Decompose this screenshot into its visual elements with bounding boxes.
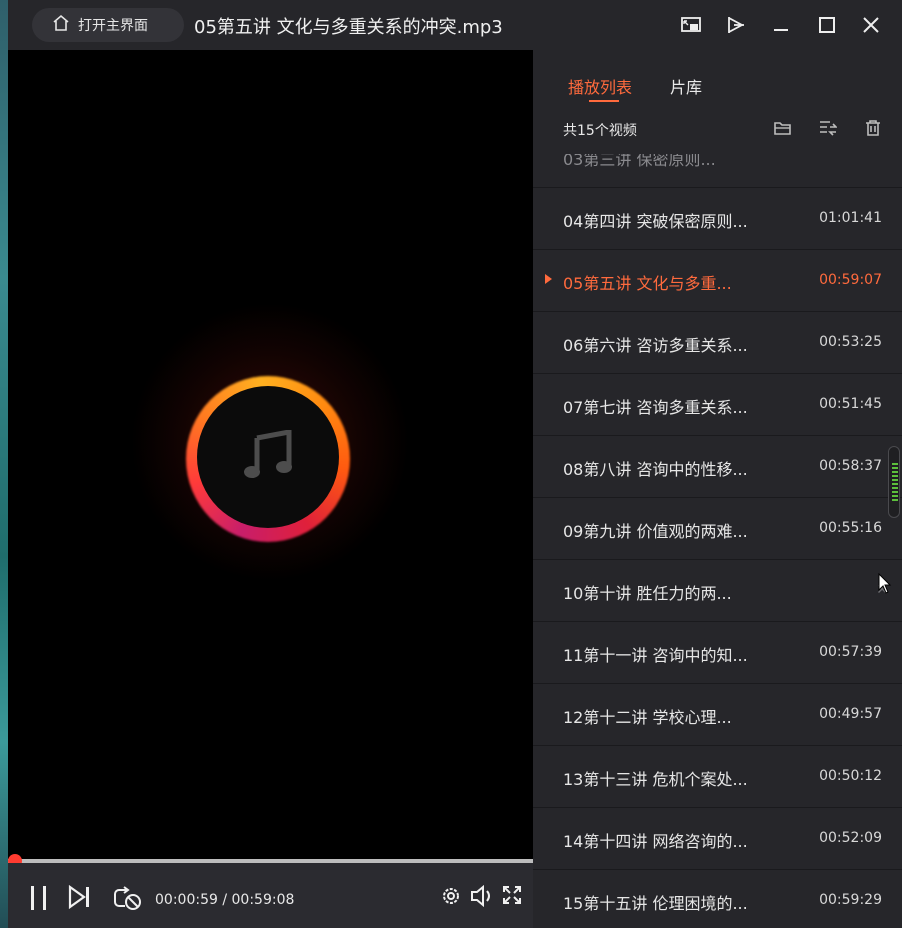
list-item-name: 03第三讲 保密原则... <box>563 154 716 169</box>
minimize-icon[interactable] <box>766 10 796 40</box>
pause-icon <box>28 885 50 915</box>
volume-button[interactable] <box>470 884 494 911</box>
scrollbar-grip <box>892 463 898 503</box>
pin-on-top-icon[interactable] <box>720 10 750 40</box>
playlist[interactable]: 03第三讲 保密原则... 04第四讲 突破保密原则... 01:01:41 0… <box>533 154 902 928</box>
current-time: 00:00:59 <box>155 892 218 908</box>
total-time: 00:59:08 <box>231 892 295 908</box>
list-item-name: 13第十三讲 危机个案处... <box>563 770 748 789</box>
list-item-name: 06第六讲 咨访多重关系... <box>563 336 748 355</box>
list-item-name: 12第十二讲 学校心理... <box>563 708 732 727</box>
list-item-name: 05第五讲 文化与多重... <box>563 274 732 293</box>
next-track-icon <box>68 884 92 913</box>
playback-time: 00:00:59 / 00:59:08 <box>155 892 294 908</box>
home-icon <box>52 14 70 36</box>
maximize-icon[interactable] <box>812 10 842 40</box>
list-item-duration: 00:52:09 <box>819 830 882 846</box>
tab-playlist[interactable]: 播放列表 <box>568 74 632 98</box>
window-title: 05第五讲 文化与多重关系的冲突.mp3 <box>194 17 503 38</box>
list-item-name: 14第十四讲 网络咨询的... <box>563 832 748 851</box>
playlist-scrollbar-thumb[interactable] <box>888 446 900 518</box>
control-bar: 00:00:59 / 00:59:08 <box>8 863 533 928</box>
settings-button[interactable] <box>440 885 462 911</box>
gear-icon <box>440 885 462 911</box>
title-bar[interactable]: 打开主界面 05第五讲 文化与多重关系的冲突.mp3 <box>8 0 902 50</box>
open-main-interface-button[interactable]: 打开主界面 <box>32 8 184 42</box>
list-item-partial[interactable]: 03第三讲 保密原则... <box>533 154 902 188</box>
list-item[interactable]: 11第十一讲 咨询中的知... 00:57:39 <box>533 622 902 684</box>
playlist-mode-icon[interactable] <box>817 118 839 138</box>
next-button[interactable] <box>68 884 92 913</box>
now-playing-arrow-icon <box>545 274 552 284</box>
list-item-hovered[interactable]: 10第十讲 胜任力的两... ✕ <box>533 560 902 622</box>
list-item-duration: 00:55:16 <box>819 520 882 536</box>
loop-timer-button[interactable] <box>113 885 143 915</box>
list-item-name: 10第十讲 胜任力的两... <box>563 584 732 603</box>
list-item-duration: 00:53:25 <box>819 334 882 350</box>
tab-library[interactable]: 片库 <box>670 74 702 98</box>
list-item-duration: 00:57:39 <box>819 644 882 660</box>
list-item-name: 15第十五讲 伦理困境的... <box>563 894 748 913</box>
playlist-panel: 播放列表 片库 共15个视频 03第三讲 保密原则... 04第四讲 突破保密原… <box>533 50 902 928</box>
list-item-duration: 00:51:45 <box>819 396 882 412</box>
list-item[interactable]: 08第八讲 咨询中的性移... 00:58:37 <box>533 436 902 498</box>
loop-timer-icon <box>113 885 143 915</box>
list-item-name: 07第七讲 咨询多重关系... <box>563 398 748 417</box>
list-item-duration: 00:50:12 <box>819 768 882 784</box>
list-item[interactable]: 07第七讲 咨询多重关系... 00:51:45 <box>533 374 902 436</box>
open-main-interface-label: 打开主界面 <box>78 18 148 34</box>
pause-button[interactable] <box>28 885 50 915</box>
time-separator: / <box>217 892 232 908</box>
video-area[interactable] <box>8 50 533 862</box>
mini-mode-icon[interactable] <box>676 10 706 40</box>
trash-icon[interactable] <box>862 118 884 138</box>
list-item[interactable]: 13第十三讲 危机个案处... 00:50:12 <box>533 746 902 808</box>
album-disc <box>197 386 339 528</box>
list-item-duration: 00:59:29 <box>819 892 882 908</box>
desktop-background <box>0 0 8 928</box>
list-item-playing[interactable]: 05第五讲 文化与多重... 00:59:07 <box>533 250 902 312</box>
list-item-duration: 00:58:37 <box>819 458 882 474</box>
list-item[interactable]: 06第六讲 咨访多重关系... 00:53:25 <box>533 312 902 374</box>
video-count: 共15个视频 <box>563 123 637 139</box>
list-item[interactable]: 04第四讲 突破保密原则... 01:01:41 <box>533 188 902 250</box>
fullscreen-icon <box>502 885 522 909</box>
tab-active-underline <box>589 100 619 102</box>
list-item-name: 11第十一讲 咨询中的知... <box>563 646 748 665</box>
list-item[interactable]: 15第十五讲 伦理困境的... 00:59:29 <box>533 870 902 928</box>
list-item-name: 08第八讲 咨询中的性移... <box>563 460 748 479</box>
mouse-cursor-icon <box>878 572 892 599</box>
fullscreen-button[interactable] <box>502 885 522 909</box>
list-item-name: 09第九讲 价值观的两难... <box>563 522 748 541</box>
player-window: 打开主界面 05第五讲 文化与多重关系的冲突.mp3 00:00:59 / 00… <box>8 0 902 928</box>
open-folder-icon[interactable] <box>772 118 794 138</box>
list-item-duration: 00:59:07 <box>819 272 882 288</box>
speaker-icon <box>470 884 494 911</box>
list-item-name: 04第四讲 突破保密原则... <box>563 212 748 231</box>
list-item[interactable]: 09第九讲 价值观的两难... 00:55:16 <box>533 498 902 560</box>
list-item[interactable]: 14第十四讲 网络咨询的... 00:52:09 <box>533 808 902 870</box>
close-icon[interactable] <box>856 10 886 40</box>
list-item-duration: 00:49:57 <box>819 706 882 722</box>
list-item[interactable]: 12第十二讲 学校心理... 00:49:57 <box>533 684 902 746</box>
list-item-duration: 01:01:41 <box>819 210 882 226</box>
music-note-icon <box>241 428 295 484</box>
